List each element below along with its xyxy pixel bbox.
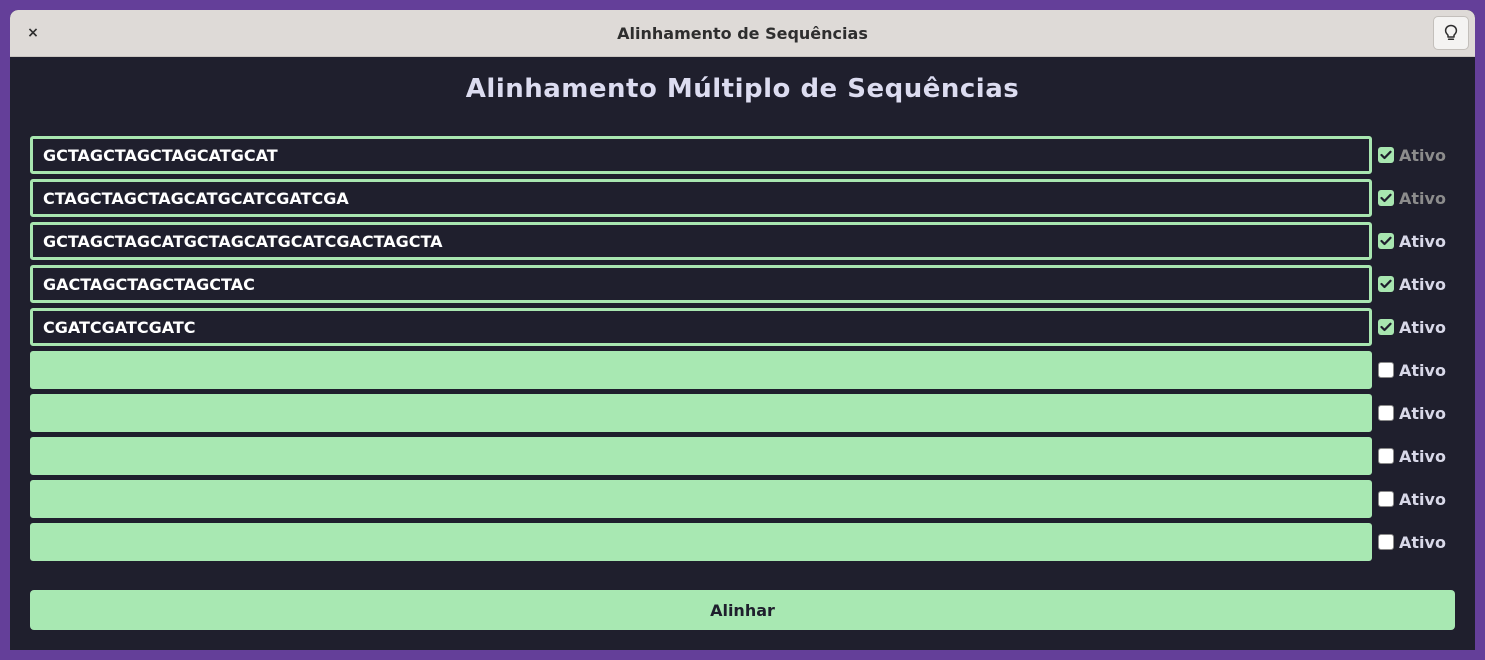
- active-checkbox[interactable]: Ativo: [1378, 265, 1446, 303]
- checkmark-icon: [1378, 190, 1394, 206]
- active-checkbox[interactable]: Ativo: [1378, 308, 1446, 346]
- sequence-input[interactable]: [30, 222, 1372, 260]
- active-label: Ativo: [1399, 231, 1446, 251]
- sequence-row: Ativo: [30, 179, 1455, 217]
- sequence-input[interactable]: [30, 437, 1372, 475]
- active-label: Ativo: [1399, 360, 1446, 380]
- page-title: Alinhamento Múltiplo de Sequências: [465, 74, 1020, 104]
- sequence-input[interactable]: [30, 480, 1372, 518]
- window-title: Alinhamento de Sequências: [617, 23, 868, 43]
- sequence-row: Ativo: [30, 351, 1455, 389]
- sequence-row: Ativo: [30, 265, 1455, 303]
- active-checkbox[interactable]: Ativo: [1378, 136, 1446, 174]
- active-label: Ativo: [1399, 403, 1446, 423]
- checkbox-empty-icon: [1378, 362, 1394, 378]
- active-checkbox[interactable]: Ativo: [1378, 523, 1446, 561]
- app-window: × Alinhamento de Sequências Alinhamento …: [10, 10, 1475, 650]
- sequence-row: Ativo: [30, 308, 1455, 346]
- align-button[interactable]: Alinhar: [30, 590, 1455, 630]
- sequence-row: Ativo: [30, 136, 1455, 174]
- active-checkbox[interactable]: Ativo: [1378, 351, 1446, 389]
- active-label: Ativo: [1399, 317, 1446, 337]
- checkbox-empty-icon: [1378, 405, 1394, 421]
- sequence-input[interactable]: [30, 308, 1372, 346]
- sequence-input[interactable]: [30, 523, 1372, 561]
- sequence-input[interactable]: [30, 394, 1372, 432]
- checkmark-icon: [1378, 319, 1394, 335]
- active-checkbox[interactable]: Ativo: [1378, 437, 1446, 475]
- sequence-input[interactable]: [30, 351, 1372, 389]
- checkmark-icon: [1378, 147, 1394, 163]
- checkmark-icon: [1378, 276, 1394, 292]
- sequence-input[interactable]: [30, 179, 1372, 217]
- checkbox-empty-icon: [1378, 534, 1394, 550]
- checkmark-icon: [1378, 233, 1394, 249]
- sequence-input[interactable]: [30, 136, 1372, 174]
- active-label: Ativo: [1399, 188, 1446, 208]
- active-label: Ativo: [1399, 274, 1446, 294]
- sequence-row: Ativo: [30, 394, 1455, 432]
- title-bar: × Alinhamento de Sequências: [10, 10, 1475, 57]
- sequence-row: Ativo: [30, 523, 1455, 561]
- sequence-row: Ativo: [30, 222, 1455, 260]
- sequence-input[interactable]: [30, 265, 1372, 303]
- active-label: Ativo: [1399, 532, 1446, 552]
- active-checkbox[interactable]: Ativo: [1378, 394, 1446, 432]
- lightbulb-icon: [1444, 24, 1458, 41]
- active-checkbox[interactable]: Ativo: [1378, 179, 1446, 217]
- sequence-row: Ativo: [30, 480, 1455, 518]
- active-label: Ativo: [1399, 145, 1446, 165]
- active-label: Ativo: [1399, 489, 1446, 509]
- active-checkbox[interactable]: Ativo: [1378, 480, 1446, 518]
- sequence-row: Ativo: [30, 437, 1455, 475]
- active-checkbox[interactable]: Ativo: [1378, 222, 1446, 260]
- checkbox-empty-icon: [1378, 491, 1394, 507]
- checkbox-empty-icon: [1378, 448, 1394, 464]
- theme-toggle-button[interactable]: [1433, 16, 1469, 50]
- active-label: Ativo: [1399, 446, 1446, 466]
